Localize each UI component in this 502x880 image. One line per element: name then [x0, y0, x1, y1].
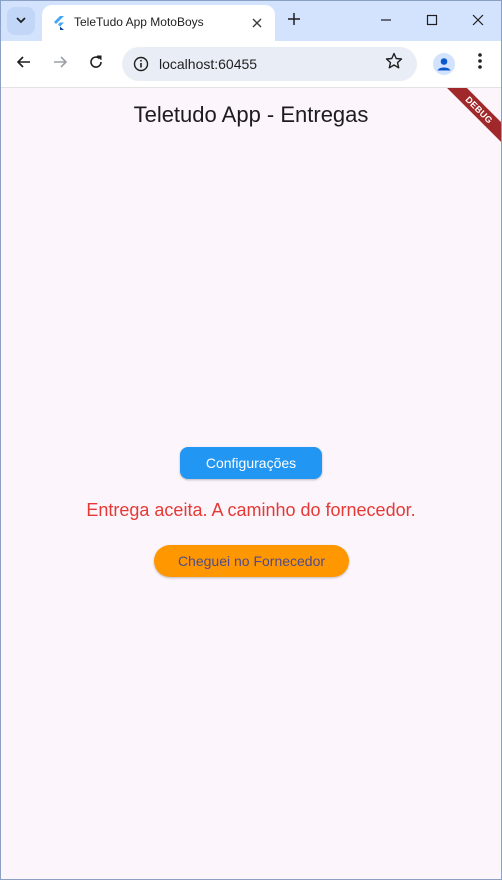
status-message: Entrega aceita. A caminho do fornecedor.: [86, 500, 416, 520]
new-tab-button[interactable]: [284, 9, 304, 31]
browser-tab[interactable]: TeleTudo App MotoBoys: [42, 5, 275, 41]
arrived-at-supplier-button[interactable]: Cheguei no Fornecedor: [154, 545, 349, 577]
back-button[interactable]: [10, 50, 38, 78]
minimize-button[interactable]: [363, 1, 409, 41]
close-tab-button[interactable]: [248, 14, 266, 32]
minimize-icon: [380, 13, 392, 29]
bookmark-star-icon[interactable]: [383, 52, 405, 76]
app-content: Teletudo App - Entregas DEBUG Configuraç…: [1, 88, 501, 879]
arrow-left-icon: [16, 54, 32, 75]
chevron-down-icon: [15, 14, 27, 29]
flutter-icon: [53, 16, 65, 30]
browser-window: TeleTudo App MotoBoys localhost:60455 Te…: [0, 0, 502, 880]
maximize-button[interactable]: [409, 1, 455, 41]
close-icon: [252, 15, 262, 31]
reload-icon: [88, 54, 104, 75]
browser-toolbar: localhost:60455: [1, 41, 501, 88]
settings-button[interactable]: Configurações: [180, 447, 322, 479]
url-text[interactable]: localhost:60455: [159, 56, 257, 72]
close-window-icon: [472, 13, 484, 29]
debug-banner: DEBUG: [441, 88, 501, 148]
arrow-right-icon: [52, 54, 68, 75]
reload-button[interactable]: [82, 50, 110, 78]
tab-search-button[interactable]: [7, 7, 35, 35]
profile-avatar-icon[interactable]: [433, 53, 455, 75]
address-bar[interactable]: localhost:60455: [122, 47, 417, 81]
plus-icon: [287, 9, 301, 31]
close-window-button[interactable]: [455, 1, 501, 41]
page-title: Teletudo App - Entregas: [133, 102, 369, 127]
info-icon[interactable]: [130, 53, 152, 75]
maximize-icon: [426, 13, 438, 29]
more-options-icon[interactable]: [469, 50, 491, 78]
forward-button[interactable]: [46, 50, 74, 78]
tab-title: TeleTudo App MotoBoys: [74, 15, 204, 29]
debug-banner-label: DEBUG: [442, 88, 501, 147]
tab-strip: TeleTudo App MotoBoys: [1, 1, 501, 41]
